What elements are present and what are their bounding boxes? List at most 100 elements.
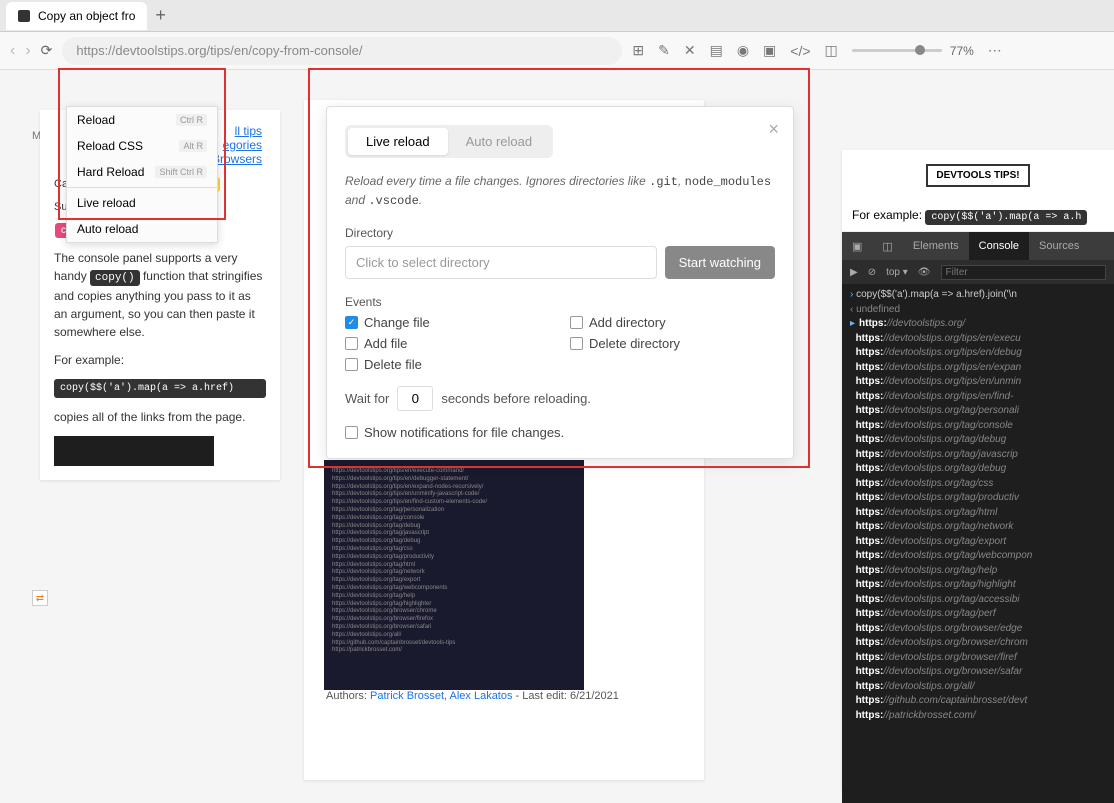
checkbox-add-directory[interactable]: Add directory <box>570 315 775 330</box>
authors-row: Authors: Patrick Brosset, Alex Lakatos -… <box>326 690 619 702</box>
tool-close-icon[interactable]: ✕ <box>684 42 696 59</box>
console-url-line: https://github.com/captainbrosset/devt <box>850 694 1106 709</box>
events-label: Events <box>345 295 775 309</box>
menu-hard-reload[interactable]: Hard Reload Shift Ctrl R <box>67 159 217 185</box>
console-url-line: https://devtoolstips.org/tips/en/expan <box>850 361 1106 376</box>
resize-handle[interactable]: ⇄ <box>32 590 48 606</box>
center-url-line: https://devtoolstips.org/browser/safari <box>332 624 576 632</box>
menu-live-reload[interactable]: Live reload <box>67 190 217 216</box>
center-url-line: https://devtoolstips.org/tips/en/debugge… <box>332 476 576 484</box>
tool-icon-1[interactable]: ⊞ <box>632 42 644 59</box>
console-url-line: https://devtoolstips.org/tips/en/execu <box>850 332 1106 347</box>
console-url-line: https://devtoolstips.org/tag/productiv <box>850 491 1106 506</box>
devtools-subbar: ▶ ⊘ top ▾ 👁 <box>842 260 1114 284</box>
code-icon[interactable]: </> <box>790 43 810 59</box>
forward-button[interactable]: › <box>25 42 30 60</box>
dt-play-icon[interactable]: ▶ <box>850 267 858 278</box>
console-undefined: undefined <box>856 304 900 315</box>
author-names[interactable]: Patrick Brosset, Alex Lakatos <box>370 690 512 702</box>
console-url-line: https://devtoolstips.org/tag/console <box>850 419 1106 434</box>
wait-row: Wait for seconds before reloading. <box>345 386 775 411</box>
console-url-line: https://devtoolstips.org/tag/export <box>850 535 1106 550</box>
center-url-line: https://devtoolstips.org/browser/chrome <box>332 608 576 616</box>
zoom-slider[interactable] <box>852 49 942 52</box>
dt-tab-console[interactable]: Console <box>969 232 1029 260</box>
console-url-line: https://devtoolstips.org/tag/accessibi <box>850 593 1106 608</box>
tab-auto-reload[interactable]: Auto reload <box>448 128 551 155</box>
menu-auto-reload[interactable]: Auto reload <box>67 216 217 242</box>
tab-title: Copy an object fro <box>38 9 135 23</box>
para-1: The console panel supports a very handy … <box>54 249 266 341</box>
dt-device-icon[interactable]: ◫ <box>872 232 902 260</box>
checkbox-change-file[interactable]: ✓Change file <box>345 315 550 330</box>
dialog-description: Reload every time a file changes. Ignore… <box>345 172 775 210</box>
zoom-handle[interactable] <box>915 45 925 55</box>
panel-icon[interactable]: ◫ <box>825 42 838 59</box>
start-watching-button[interactable]: Start watching <box>665 246 775 279</box>
dt-eye-icon[interactable]: 👁 <box>918 267 931 278</box>
tab-favicon <box>18 10 30 22</box>
dialog-close-button[interactable]: × <box>768 119 779 140</box>
center-url-line: https://devtoolstips.org/tag/console <box>332 515 576 523</box>
dt-filter-input[interactable] <box>941 265 1107 280</box>
tool-icon-4[interactable]: ▣ <box>763 42 776 59</box>
dt-context-selector[interactable]: top ▾ <box>886 267 908 278</box>
console-url-line: https://devtoolstips.org/all/ <box>850 680 1106 695</box>
center-url-line: https://devtoolstips.org/tag/export <box>332 577 576 585</box>
camera-icon[interactable]: ◉ <box>737 42 749 59</box>
dt-inspect-icon[interactable]: ▣ <box>842 232 872 260</box>
zoom-control: 77% <box>852 44 974 58</box>
dt-tab-sources[interactable]: Sources <box>1029 232 1089 260</box>
console-url-line: https://devtoolstips.org/tag/javascrip <box>850 448 1106 463</box>
reload-tab-toggle: Live reload Auto reload <box>345 125 553 158</box>
console-url-line: https://devtoolstips.org/browser/edge <box>850 622 1106 637</box>
console-url-line: https://devtoolstips.org/tag/network <box>850 520 1106 535</box>
console-url-line: https://devtoolstips.org/browser/firef <box>850 651 1106 666</box>
checkbox-delete-directory[interactable]: Delete directory <box>570 336 775 351</box>
dt-tab-elements[interactable]: Elements <box>903 232 969 260</box>
console-url-line: ▸https://devtoolstips.org/ <box>850 317 1106 332</box>
console-url-line: https://devtoolstips.org/tag/webcompon <box>850 549 1106 564</box>
edit-date: 6/21/2021 <box>570 690 619 702</box>
link-browsers[interactable]: Browsers <box>212 152 262 166</box>
dt-clear-icon[interactable]: ⊘ <box>868 267 876 278</box>
content-area: Mobil 568 px ▫ ⋮ Reload Ctrl R Reload CS… <box>0 70 1114 790</box>
logo-badge: DEVTOOLS TIPS! <box>926 164 1029 187</box>
menu-icon[interactable]: ⋯ <box>988 42 1002 59</box>
link-all-tips[interactable]: ll tips <box>235 124 262 138</box>
browser-tab[interactable]: Copy an object fro <box>6 2 147 30</box>
console-url-line: https://devtoolstips.org/tag/css <box>850 477 1106 492</box>
tool-icon-2[interactable]: ✎ <box>658 42 670 59</box>
example-code: copy($$('a').map(a => a.h <box>925 210 1087 225</box>
zoom-percent: 77% <box>950 44 974 58</box>
tab-bar: Copy an object fro + <box>0 0 1114 32</box>
console-url-line: https://devtoolstips.org/tips/en/debug <box>850 346 1106 361</box>
center-url-line: https://devtoolstips.org/tips/en/unminif… <box>332 491 576 499</box>
center-url-line: https://devtoolstips.org/tag/webcomponen… <box>332 585 576 593</box>
center-url-line: https://devtoolstips.org/tips/en/find-cu… <box>332 499 576 507</box>
tab-live-reload[interactable]: Live reload <box>348 128 448 155</box>
console-body[interactable]: › copy($$('a').map(a => a.href).join('\n… <box>842 284 1114 803</box>
link-categories[interactable]: egories <box>223 138 262 152</box>
new-tab-button[interactable]: + <box>155 5 166 26</box>
menu-reload[interactable]: Reload Ctrl R <box>67 107 217 133</box>
mini-screenshot <box>54 436 214 466</box>
url-bar[interactable]: https://devtoolstips.org/tips/en/copy-fr… <box>62 37 622 65</box>
console-url-line: https://devtoolstips.org/tag/debug <box>850 433 1106 448</box>
code-example: copy($$('a').map(a => a.href) <box>54 379 266 398</box>
console-url-line: https://devtoolstips.org/tag/help <box>850 564 1106 579</box>
notification-row[interactable]: Show notifications for file changes. <box>345 425 775 440</box>
tool-icon-3[interactable]: ▤ <box>710 42 723 59</box>
reload-context-menu: Reload Ctrl R Reload CSS Alt R Hard Relo… <box>66 106 218 243</box>
back-button[interactable]: ‹ <box>10 42 15 60</box>
directory-input[interactable]: Click to select directory <box>345 246 657 279</box>
checkbox-add-file[interactable]: Add file <box>345 336 550 351</box>
dark-url-block: https://devtoolstips.org/tips/en/execute… <box>324 460 584 690</box>
copy-fn-code: copy() <box>90 270 140 286</box>
menu-reload-css[interactable]: Reload CSS Alt R <box>67 133 217 159</box>
wait-input[interactable] <box>397 386 433 411</box>
console-url-line: https://devtoolstips.org/tag/debug <box>850 462 1106 477</box>
reload-button[interactable]: ⟳ <box>41 42 53 59</box>
center-url-line: https://devtoolstips.org/tag/debug <box>332 538 576 546</box>
checkbox-delete-file[interactable]: Delete file <box>345 357 550 372</box>
